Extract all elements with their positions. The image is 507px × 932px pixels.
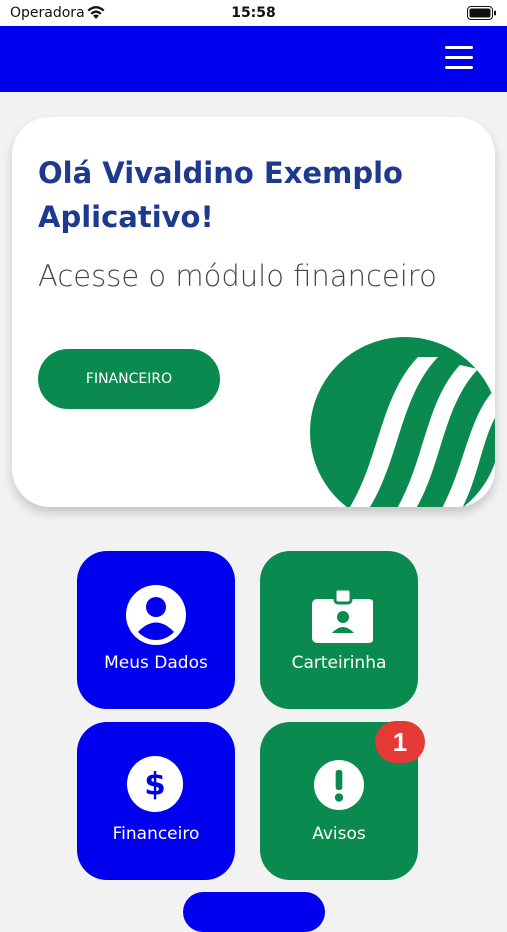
tile-carteirinha[interactable]: Carteirinha — [260, 551, 418, 709]
tile-label: Avisos — [312, 824, 366, 844]
tile-label: Carteirinha — [291, 653, 387, 673]
tile-label: Meus Dados — [104, 653, 208, 673]
notification-badge: 1 — [375, 721, 425, 763]
tile-label: Financeiro — [112, 824, 200, 844]
id-badge-icon — [312, 587, 373, 643]
dollar-icon: $ — [127, 756, 184, 813]
company-logo-icon — [310, 337, 495, 507]
greeting-title: Olá Vivaldino Exemplo Aplicativo! — [38, 156, 403, 234]
next-tile-peek[interactable] — [183, 892, 325, 932]
svg-text:$: $ — [144, 767, 166, 803]
tile-financeiro[interactable]: $ Financeiro — [77, 722, 235, 880]
hamburger-menu-icon[interactable] — [445, 46, 473, 72]
user-icon — [126, 585, 186, 645]
clock: 15:58 — [231, 5, 276, 21]
status-bar: Operadora 15:58 — [0, 0, 507, 26]
tile-meus-dados[interactable]: Meus Dados — [77, 551, 235, 709]
menu-line — [445, 56, 473, 59]
card-subtitle: Acesse o módulo financeiro — [38, 259, 437, 293]
battery-icon — [467, 6, 496, 20]
welcome-card: Olá Vivaldino Exemplo Aplicativo! Acesse… — [12, 117, 495, 507]
exclamation-icon — [314, 760, 364, 810]
financeiro-button[interactable]: FINANCEIRO — [38, 349, 220, 409]
app-bar — [0, 26, 507, 92]
menu-line — [445, 46, 473, 49]
menu-line — [445, 66, 473, 69]
